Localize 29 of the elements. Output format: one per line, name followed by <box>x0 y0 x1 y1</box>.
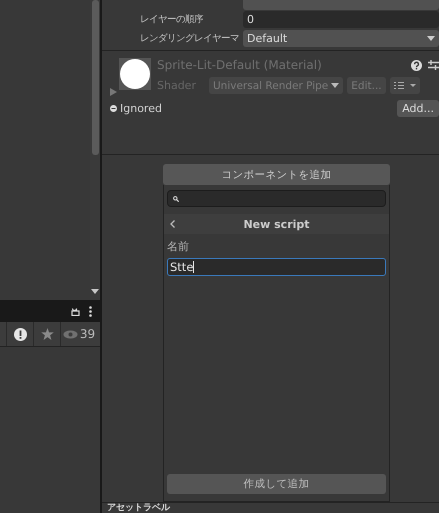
material-preview <box>119 58 151 90</box>
name-label: 名前 <box>167 239 190 254</box>
create-and-add-button[interactable]: 作成して追加 <box>167 474 386 494</box>
help-icon[interactable] <box>411 60 422 70</box>
list-options-button[interactable] <box>390 77 420 94</box>
star-icon <box>40 328 54 340</box>
minus-circle-icon <box>110 105 117 112</box>
eye-icon <box>62 330 78 338</box>
popup-title: New script <box>242 218 311 230</box>
dropdown-field[interactable]: Default <box>243 30 439 47</box>
property-label: レンダリングレイヤーマ <box>140 32 240 45</box>
more-menu-icon[interactable] <box>89 306 92 316</box>
ignored-label: Ignored <box>110 102 162 115</box>
caret-icon <box>427 36 435 41</box>
add-button[interactable]: Add... <box>397 100 439 117</box>
exclamation-icon <box>14 328 26 340</box>
add-component-button[interactable]: コンポーネントを追加 <box>163 164 390 185</box>
caret-icon <box>331 83 340 88</box>
number-field[interactable]: 0 <box>243 11 439 28</box>
list-icon <box>394 82 416 89</box>
scroll-down-arrow-icon[interactable] <box>91 289 99 294</box>
name-input-field[interactable]: Stte <box>167 258 386 276</box>
search-icon <box>173 196 179 202</box>
foldout-arrow-icon[interactable] <box>110 88 117 96</box>
section-label: アセットラベル <box>106 503 172 513</box>
search-field[interactable] <box>167 190 386 207</box>
back-chevron-icon[interactable] <box>170 220 175 228</box>
settings-sliders-icon[interactable] <box>428 60 439 70</box>
property-label: レイヤーの順序 <box>140 13 204 26</box>
